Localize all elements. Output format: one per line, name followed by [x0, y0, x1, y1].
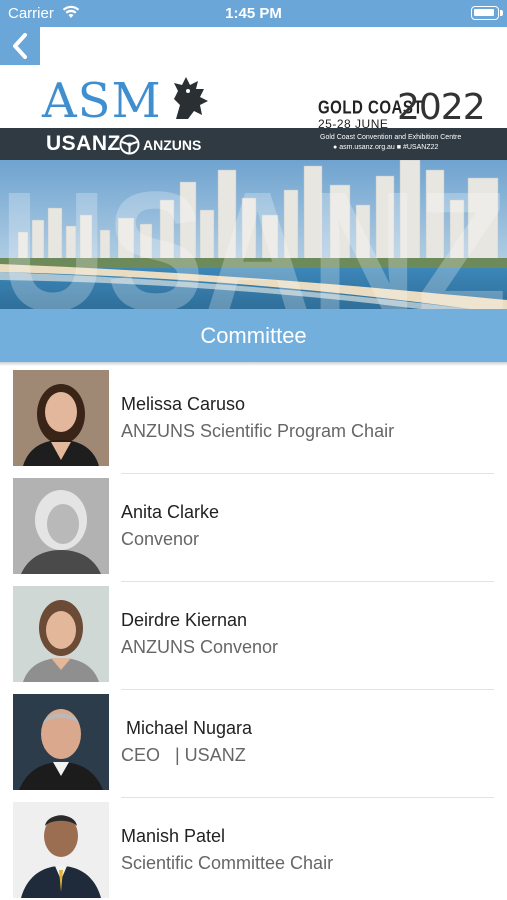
- member-role: ANZUNS Scientific Program Chair: [121, 421, 395, 441]
- member-role: CEO | USANZ: [121, 745, 246, 765]
- list-item[interactable]: Manish Patel Scientific Committee Chair: [0, 798, 507, 900]
- member-name: Manish Patel: [121, 826, 226, 846]
- lion-crest-icon: [174, 77, 208, 119]
- list-item[interactable]: Anita Clarke Convenor: [0, 474, 507, 582]
- anzuns-logo-text: ANZUNS: [143, 137, 202, 153]
- city-skyline-image: USANZ: [0, 160, 507, 309]
- member-role: ANZUNS Convenor: [121, 637, 279, 657]
- member-name: Anita Clarke: [121, 502, 220, 522]
- usanz-watermark: USANZ: [0, 160, 507, 309]
- list-item[interactable]: Michael Nugara CEO | USANZ: [0, 690, 507, 798]
- event-banner: ASM GOLD COAST 25-28 JUNE 2022 USANZ ANZ…: [0, 27, 507, 309]
- list-item[interactable]: Melissa Caruso ANZUNS Scientific Program…: [0, 366, 507, 474]
- contact-line: ● asm.usanz.org.au ■ #USANZ22: [333, 144, 438, 151]
- member-name: Deirdre Kiernan: [121, 610, 248, 630]
- member-name: Melissa Caruso: [121, 394, 246, 414]
- committee-list: Melissa Caruso ANZUNS Scientific Program…: [0, 366, 507, 900]
- member-photo: [13, 802, 109, 898]
- battery-icon: [471, 6, 499, 20]
- battery-tip-icon: [500, 10, 503, 16]
- status-bar: Carrier 1:45 PM: [0, 0, 507, 27]
- hashtag-label: #USANZ22: [402, 144, 439, 151]
- list-item[interactable]: Deirdre Kiernan ANZUNS Convenor: [0, 582, 507, 690]
- section-title: Committee: [0, 309, 507, 362]
- back-button[interactable]: [0, 27, 40, 65]
- website-label[interactable]: asm.usanz.org.au: [339, 144, 395, 151]
- asm-logo-text: ASM: [42, 73, 162, 129]
- chevron-left-icon: [13, 33, 27, 59]
- member-photo: [13, 370, 109, 466]
- member-photo: [13, 694, 109, 790]
- steering-wheel-icon: [119, 134, 140, 155]
- member-photo: [13, 586, 109, 682]
- usanz-logo-text: USANZ: [46, 132, 121, 155]
- year-label: 2022: [397, 87, 486, 128]
- member-name: Michael Nugara: [121, 718, 253, 738]
- member-role: Convenor: [121, 529, 200, 549]
- member-role: Scientific Committee Chair: [121, 853, 334, 873]
- venue-label: Gold Coast Convention and Exhibition Cen…: [320, 134, 462, 141]
- member-photo: [13, 478, 109, 574]
- clock: 1:45 PM: [225, 5, 282, 22]
